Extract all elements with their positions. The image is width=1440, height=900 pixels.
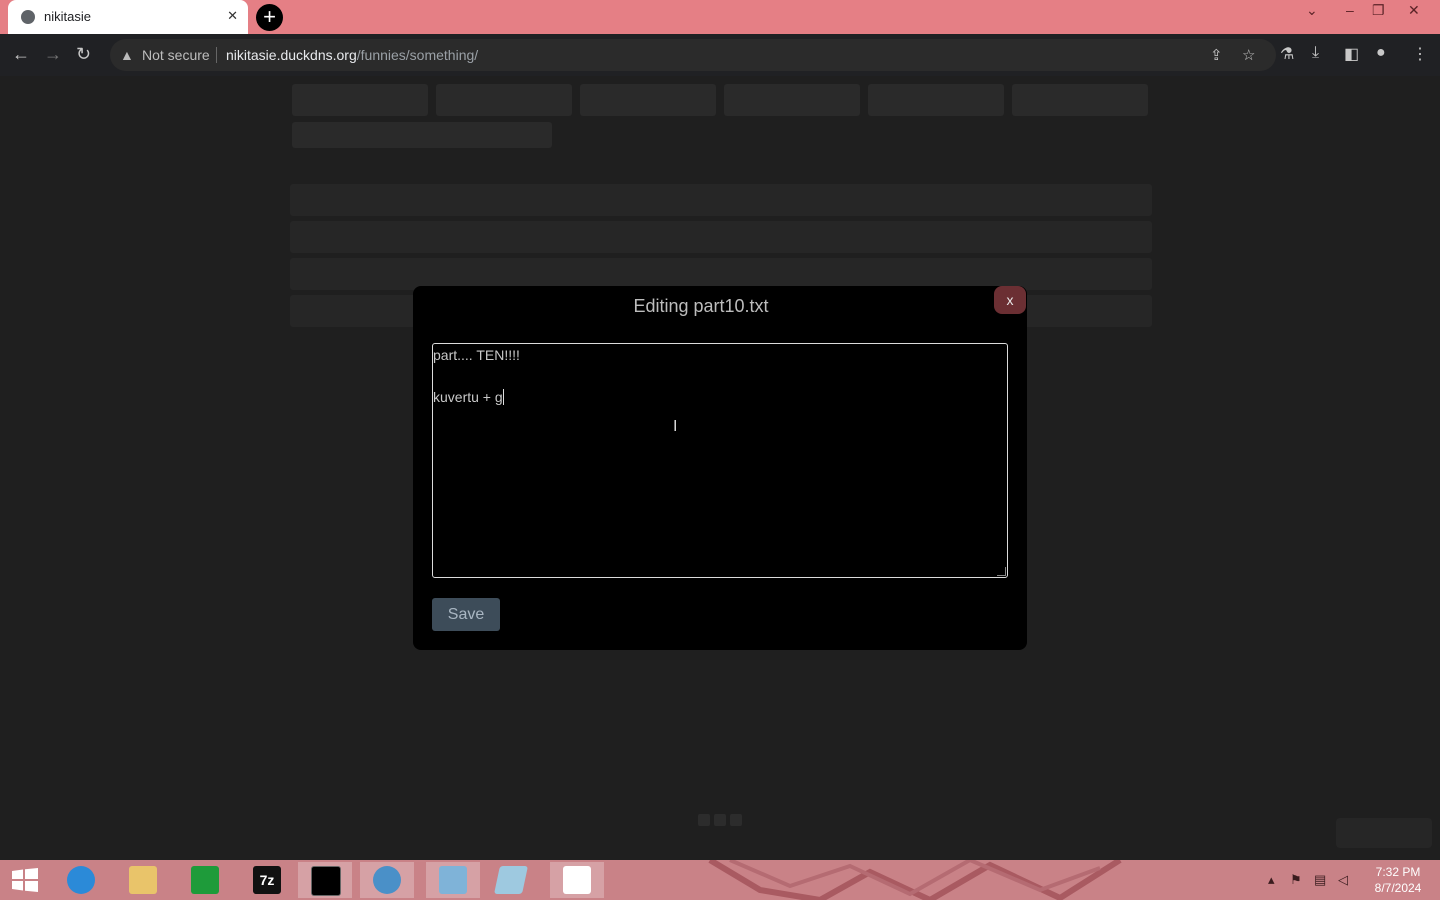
resize-handle-icon[interactable] (997, 567, 1006, 576)
browser-tab[interactable]: nikitasie ✕ (8, 0, 248, 34)
bg-nav-tab (292, 84, 428, 116)
new-tab-button[interactable]: + (256, 4, 283, 31)
7zip-icon: 7z (253, 866, 281, 894)
taskbar-clock[interactable]: 7:32 PM 8/7/2024 (1368, 864, 1428, 896)
taskbar-app[interactable] (484, 862, 538, 898)
taskbar-app[interactable] (178, 862, 232, 898)
clock-date: 8/7/2024 (1374, 881, 1422, 895)
modal-title: Editing part10.txt (633, 296, 769, 316)
bookmark-star-icon[interactable]: ☆ (1242, 46, 1255, 64)
browser-toolbar: ← → ↻ ▲ Not secure nikitasie.duckdns.org… (0, 34, 1440, 76)
warning-icon: ▲ (120, 47, 134, 63)
window-close-icon[interactable]: ✕ (1408, 2, 1420, 19)
reload-icon[interactable]: ↻ (76, 44, 91, 65)
download-icon[interactable]: ⤓ (1312, 44, 1319, 62)
text-cursor-icon: I (673, 418, 678, 435)
globe-icon (21, 10, 35, 24)
app-globe-icon (373, 866, 401, 894)
clock-time: 7:32 PM (1375, 865, 1421, 879)
minimize-icon[interactable]: – (1346, 2, 1354, 18)
editor-line: kuvertu + g (433, 389, 503, 405)
store-icon (191, 866, 219, 894)
url-text[interactable]: nikitasie.duckdns.org/funnies/something/ (226, 47, 478, 63)
cmd-icon (311, 866, 341, 896)
back-icon[interactable]: ← (12, 44, 30, 65)
text-caret (502, 389, 504, 405)
url-path: /funnies/something/ (356, 47, 479, 63)
tab-close-icon[interactable]: ✕ (227, 8, 238, 24)
forward-icon[interactable]: → (44, 44, 62, 65)
network-icon[interactable]: ▤ (1314, 872, 1326, 888)
bg-file-row (290, 184, 1152, 216)
side-panel-icon[interactable]: ◧ (1344, 44, 1359, 64)
taskbar-app-active[interactable] (298, 862, 352, 898)
security-label[interactable]: Not secure (142, 47, 210, 63)
taskbar-app-active[interactable] (550, 862, 604, 898)
taskbar-wallpaper-decoration (708, 860, 1122, 900)
volume-muted-icon[interactable]: ◁ (1338, 872, 1348, 888)
windows-taskbar: 7z ▴ ⚑ ▤ ◁ 7:32 PM 8/7/2024 (0, 860, 1440, 900)
menu-kebab-icon[interactable]: ⋮ (1412, 44, 1428, 64)
browser-tab-strip: nikitasie ✕ + ⌄ – ❐ ✕ (0, 0, 1440, 34)
url-host: nikitasie.duckdns.org (226, 47, 357, 63)
share-icon[interactable]: ⇪ (1210, 46, 1223, 64)
save-button[interactable]: Save (432, 598, 500, 631)
taskbar-app[interactable] (54, 862, 108, 898)
photos-icon (439, 866, 467, 894)
bg-breadcrumb (292, 122, 552, 148)
taskbar-app[interactable]: 7z (240, 862, 294, 898)
bg-nav-tab (868, 84, 1004, 116)
taskbar-app-active[interactable] (360, 862, 414, 898)
footer-logo-mark (698, 814, 742, 826)
modal-close-button[interactable]: x (994, 286, 1026, 314)
bg-nav-tab (724, 84, 860, 116)
taskbar-app-active[interactable] (426, 862, 480, 898)
file-content-textarea[interactable]: part.... TEN!!!! kuvertu + g I (432, 343, 1008, 578)
show-hidden-icons-icon[interactable]: ▴ (1268, 872, 1275, 888)
windows-start-icon[interactable] (12, 868, 38, 892)
footer-logo (696, 810, 744, 836)
internet-explorer-icon (67, 866, 95, 894)
editor-line-with-caret: kuvertu + g (433, 389, 504, 405)
address-bar[interactable]: ▲ Not secure nikitasie.duckdns.org/funni… (110, 39, 1276, 71)
omnibox-divider (216, 47, 217, 63)
bg-nav-tab (1012, 84, 1148, 116)
action-center-flag-icon[interactable]: ⚑ (1290, 872, 1302, 888)
bg-nav-tab (580, 84, 716, 116)
tab-search-icon[interactable]: ⌄ (1306, 2, 1318, 19)
windows-tiles-icon (563, 866, 591, 894)
profile-avatar-icon[interactable]: ● (1376, 44, 1386, 62)
labs-flask-icon[interactable]: ⚗ (1280, 44, 1294, 64)
editor-line: part.... TEN!!!! (433, 347, 520, 363)
notepad-icon (494, 866, 528, 894)
bg-chat-chip (1336, 818, 1432, 848)
file-explorer-icon (129, 866, 157, 894)
tab-title: nikitasie (44, 9, 91, 24)
taskbar-app[interactable] (116, 862, 170, 898)
restore-icon[interactable]: ❐ (1372, 2, 1385, 19)
edit-file-modal: Editing part10.txt x part.... TEN!!!! ku… (413, 286, 1027, 650)
bg-nav-tab (436, 84, 572, 116)
bg-file-row (290, 221, 1152, 253)
